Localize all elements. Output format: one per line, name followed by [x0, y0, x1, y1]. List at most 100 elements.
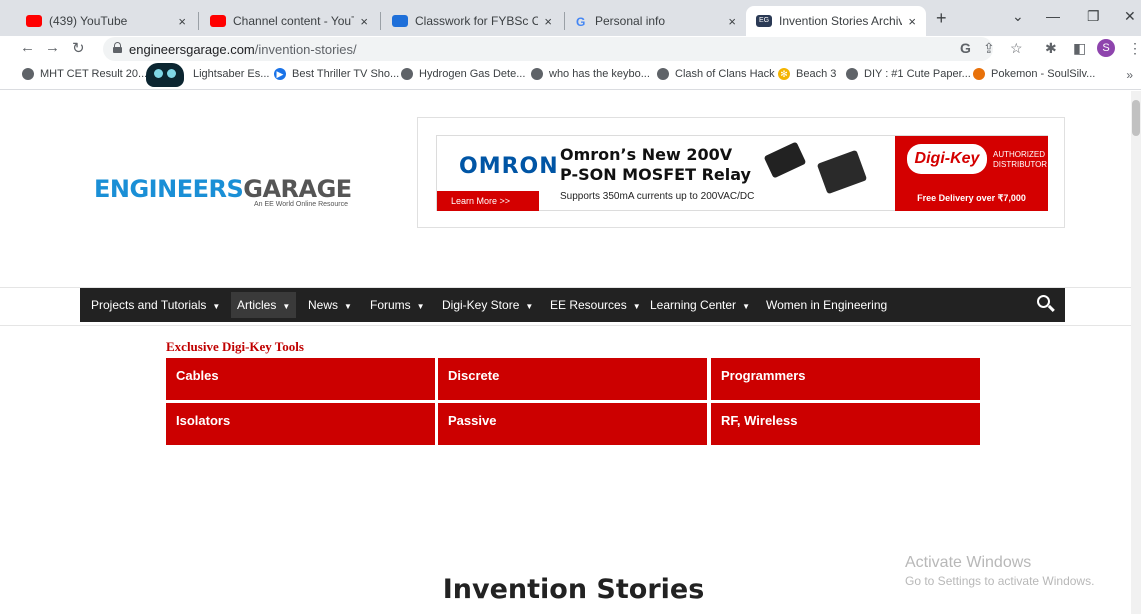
nav-item-articles[interactable]: Articles ▼ — [231, 292, 297, 318]
logo-tagline: An EE World Online Resource — [254, 201, 349, 208]
divider — [0, 325, 1131, 326]
tab-title: Personal info — [595, 14, 666, 28]
nav-item-women-in-engineering[interactable]: Women in Engineering — [766, 298, 887, 312]
page-title: Invention Stories — [0, 574, 1141, 605]
tab-title: Channel content - YouTube S — [233, 14, 354, 28]
tab-search-dropdown-icon[interactable]: ⌄ — [1012, 8, 1024, 25]
menu-icon[interactable]: ⋮ — [1128, 40, 1141, 57]
ad-banner[interactable]: OMRON Learn More >> Omron’s New 200V P-S… — [436, 135, 1048, 211]
bookmark-item[interactable]: MHT CET Result 20... — [22, 68, 147, 80]
tab-title: (439) YouTube — [49, 14, 128, 28]
activation-watermark-title: Activate Windows — [905, 554, 1032, 571]
caret-down-icon: ▼ — [344, 302, 352, 311]
browser-toolbar: ← → ↻ engineersgarage.com/invention-stor… — [0, 36, 1141, 62]
tab-channel-content[interactable]: Channel content - YouTube S × — [200, 6, 378, 36]
side-panel-icon[interactable]: ◧ — [1073, 40, 1086, 57]
youtube-icon — [210, 15, 226, 27]
restore-button[interactable]: ❐ — [1087, 8, 1100, 25]
reload-button[interactable]: ↻ — [72, 39, 85, 57]
nav-label: Forums — [370, 298, 411, 312]
nav-label: News — [308, 298, 339, 312]
tool-button-discrete[interactable]: Discrete — [438, 358, 707, 400]
ad-learn-more-button[interactable]: Learn More >> — [437, 191, 539, 211]
close-icon[interactable]: × — [178, 14, 186, 29]
extensions-icon[interactable]: ✱ — [1045, 40, 1057, 57]
bookmark-item[interactable]: Clash of Clans Hack — [657, 68, 775, 80]
bookmark-label: Pokemon - SoulSilv... — [991, 68, 1096, 80]
bookmark-item[interactable]: ▶ Best Thriller TV Sho... — [274, 68, 399, 80]
tab-title: Classwork for FYBSc CS 1 an — [415, 14, 539, 28]
nav-item-forums[interactable]: Forums ▼ — [370, 298, 425, 312]
digikey-tools-heading: Exclusive Digi-Key Tools — [166, 339, 304, 354]
bookmark-item[interactable]: Pokemon - SoulSilv... — [973, 68, 1095, 80]
tab-youtube[interactable]: (439) YouTube × — [16, 6, 196, 36]
minimize-button[interactable]: — — [1046, 8, 1060, 24]
nav-item-projects[interactable]: Projects and Tutorials ▼ — [91, 298, 220, 312]
site-logo[interactable]: ENGINEERSGARAGE — [94, 175, 352, 203]
tool-button-isolators[interactable]: Isolators — [166, 403, 435, 445]
bookmark-label: Beach 3 — [796, 68, 837, 80]
bookmarks-overflow-icon[interactable]: » — [1126, 68, 1133, 82]
free-delivery-text: Free Delivery over ₹7,000 — [917, 193, 1026, 203]
bookmark-label: Lightsaber Es... — [193, 68, 270, 80]
bookmark-item[interactable]: Hydrogen Gas Dete... — [401, 68, 525, 80]
caret-down-icon: ▼ — [212, 302, 221, 311]
globe-icon — [401, 68, 413, 80]
tab-invention-stories[interactable]: EG Invention Stories Archives - I × — [746, 6, 926, 36]
scrollbar-thumb[interactable] — [1132, 100, 1140, 136]
close-icon[interactable]: × — [908, 14, 916, 29]
tab-separator — [198, 12, 199, 30]
profile-avatar[interactable]: S — [1097, 39, 1115, 57]
caret-down-icon: ▼ — [632, 302, 641, 311]
share-icon[interactable]: ⇪ — [983, 40, 995, 57]
nav-label: Women in Engineering — [766, 298, 888, 312]
ad-headline-1: Omron’s New 200V — [560, 145, 733, 164]
close-icon[interactable]: × — [728, 14, 736, 29]
bookmark-item[interactable]: who has the keybo... — [531, 68, 650, 80]
tool-button-rf-wireless[interactable]: RF, Wireless — [711, 403, 980, 445]
nav-item-digikey-store[interactable]: Digi-Key Store ▼ — [442, 298, 533, 312]
caret-down-icon: ▼ — [525, 302, 534, 311]
tab-title: Invention Stories Archives - I — [779, 14, 903, 28]
globe-icon — [22, 68, 34, 80]
tab-personal-info[interactable]: G Personal info × — [566, 6, 746, 36]
url-host: engineersgarage.com — [129, 42, 255, 57]
window-close-button[interactable]: ✕ — [1124, 8, 1136, 25]
authorized-distributor-badge: AUTHORIZED DISTRIBUTOR — [993, 150, 1048, 169]
new-tab-button[interactable]: + — [936, 8, 947, 29]
globe-icon — [657, 68, 669, 80]
page-title-text: Invention Stories — [442, 574, 705, 605]
close-icon[interactable]: × — [360, 14, 368, 29]
page-scrollbar[interactable] — [1131, 91, 1141, 614]
alien-face-icon[interactable] — [146, 63, 184, 87]
classroom-icon — [392, 15, 408, 27]
bookmark-label: who has the keybo... — [549, 68, 650, 80]
google-lens-icon[interactable]: G — [960, 40, 971, 56]
address-bar[interactable]: engineersgarage.com/invention-stories/ — [103, 37, 993, 61]
tool-button-passive[interactable]: Passive — [438, 403, 707, 445]
nav-item-ee-resources[interactable]: EE Resources ▼ — [550, 298, 641, 312]
nav-item-learning-center[interactable]: Learning Center ▼ — [650, 298, 750, 312]
search-icon[interactable] — [1037, 295, 1055, 313]
globe-icon — [531, 68, 543, 80]
tool-button-programmers[interactable]: Programmers — [711, 358, 980, 400]
forward-button[interactable]: → — [45, 39, 60, 56]
bookmark-label: Best Thriller TV Sho... — [292, 68, 400, 80]
bookmark-label: Hydrogen Gas Dete... — [419, 68, 526, 80]
bookmark-star-icon[interactable]: ☆ — [1010, 40, 1023, 57]
tool-button-cables[interactable]: Cables — [166, 358, 435, 400]
bookmark-label: Clash of Clans Hack — [675, 68, 775, 80]
globe-icon — [846, 68, 858, 80]
nav-label: Digi-Key Store — [442, 298, 520, 312]
lock-icon[interactable] — [113, 42, 122, 53]
back-button[interactable]: ← — [20, 39, 35, 56]
tab-classwork[interactable]: Classwork for FYBSc CS 1 an × — [382, 6, 562, 36]
digikey-logo: Digi-Key — [907, 144, 987, 174]
bookmark-item[interactable]: DIY : #1 Cute Paper... — [846, 68, 971, 80]
close-icon[interactable]: × — [544, 14, 552, 29]
bookmark-item[interactable]: ✻ Beach 3 — [778, 68, 836, 80]
ad-container: OMRON Learn More >> Omron’s New 200V P-S… — [417, 117, 1065, 228]
bookmark-item[interactable]: Lightsaber Es... — [193, 68, 269, 80]
ad-brand: OMRON — [459, 154, 559, 179]
nav-item-news[interactable]: News ▼ — [308, 298, 352, 312]
